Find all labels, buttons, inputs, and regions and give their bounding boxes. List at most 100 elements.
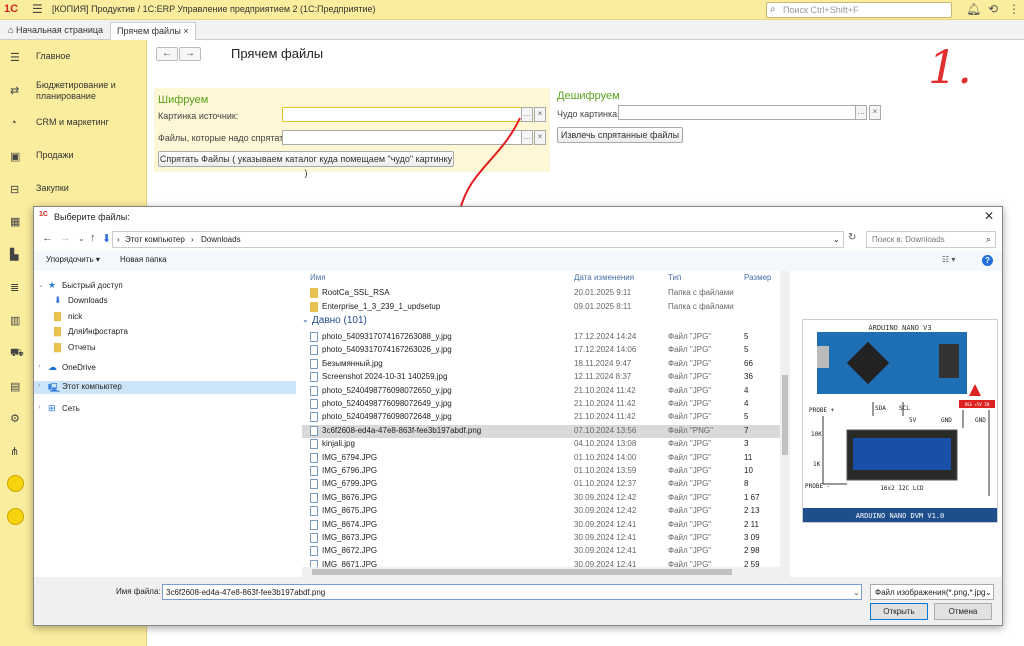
file-row[interactable]: IMG_8672.JPG 30.09.2024 12:41 Файл "JPG" 2 … [302,545,780,558]
cell-date: 30.09.2024 12:41 [574,533,637,542]
cell-date: 17.12.2024 14:06 [574,345,637,355]
up-arrow-icon[interactable]: ↑ [90,232,96,244]
source-image-label: Картинка источник: [158,111,239,121]
cell-name: Screenshot 2024-10-31 140259.jpg [322,372,448,382]
file-row[interactable]: photo_5240498776098072649_y.jpg 21.10.202… [302,398,780,411]
tree-quick-access[interactable]: ⌄ ★ Быстрый доступ [34,280,296,293]
file-row[interactable]: IMG_8676.JPG 30.09.2024 12:42 Файл "JPG" 1 … [302,492,780,505]
file-row[interactable]: IMG_6794.JPG 01.10.2024 14:00 Файл "JPG" 11 [302,452,780,465]
chevron-down-icon[interactable]: ⌄ [78,234,85,243]
forward-arrow-icon[interactable]: → [60,232,71,244]
sidebar-item-crm[interactable]: ◔ CRM и маркетинг [0,117,147,147]
computer-icon: 🖳︎ [48,383,61,393]
hamburger-menu-icon[interactable]: ☰ [32,2,43,16]
file-row[interactable]: Screenshot 2024-10-31 140259.jpg 12.11.20… [302,371,780,384]
tree-folder-infostart[interactable]: ▇ ДляИнфостарта [34,326,296,339]
image-file-icon [310,559,318,567]
tree-network[interactable]: › ⊞ Сеть [34,403,296,416]
open-button[interactable]: Открыть [870,603,928,620]
bag-icon: ▣ [10,151,21,163]
circle-icon[interactable] [7,475,24,492]
file-row[interactable]: photo_5409317074167263026_y.jpg 17.12.202… [302,344,780,357]
sidebar-item-budgeting[interactable]: ⇄ Бюджетирование и планирование [0,80,147,110]
organize-button[interactable]: Упорядочить ▾ [46,255,100,264]
path-field[interactable]: › Этот компьютер › Downloads ⌄ [112,231,844,248]
filetype-select[interactable]: Файл изображения(*.png,*.jpg ⌄ [870,584,994,600]
refresh-icon[interactable]: ↻ [848,232,856,243]
bell-icon[interactable]: 🔔︎ [966,2,981,16]
file-row[interactable]: photo_5240498776098072648_y.jpg 21.10.202… [302,411,780,424]
file-row[interactable]: IMG_8671.JPG 30.09.2024 12:41 Файл "JPG" 2 … [302,559,780,567]
new-folder-button[interactable]: Новая папка [120,255,167,264]
sidebar-item-sales[interactable]: ▣ Продажи [0,150,147,180]
cell-date: 01.10.2024 14:00 [574,452,637,462]
cell-size: 3 [744,439,749,449]
cancel-button[interactable]: Отмена [934,603,992,620]
scroll-thumb[interactable] [782,375,788,455]
tab-hide-files[interactable]: Прячем файлы × [110,22,196,40]
dialog-search-input[interactable]: Поиск в: Downloads ⌕ [866,231,996,248]
horizontal-scrollbar[interactable] [302,567,790,577]
file-row[interactable]: kinjali.jpg 04.10.2024 13:08 Файл "JPG" 3 [302,438,780,451]
hide-files-button[interactable]: Спрятать Файлы ( указываем каталог куда … [158,151,454,178]
column-name[interactable]: Имя [310,273,326,282]
tree-folder-reports[interactable]: ▇ Отчеты [34,342,296,355]
file-row[interactable]: IMG_8675.JPG 30.09.2024 12:42 Файл "JPG" 2 … [302,505,780,518]
extract-files-button[interactable]: Извлечь спрятанные файлы [557,127,683,143]
file-row[interactable]: IMG_8673.JPG 30.09.2024 12:41 Файл "JPG" 3 … [302,532,780,545]
tree-onedrive[interactable]: › ☁ OneDrive [34,362,296,375]
vertical-scrollbar[interactable] [780,271,790,567]
close-icon[interactable]: × [183,26,188,36]
back-arrow-icon[interactable]: ← [42,232,53,244]
chevron-down-icon[interactable]: ⌄ [853,588,860,597]
cell-date: 21.10.2024 11:42 [574,399,636,408]
column-type[interactable]: Тип [668,273,681,282]
sidebar-item-main[interactable]: ☰ Главное [0,51,147,81]
image-file-icon [310,425,318,436]
file-row[interactable]: 3c6f2608-ed4a-47e8-863f-fee3b197abdf.png… [302,424,780,438]
handwritten-annotation: 1. [928,40,972,94]
image-file-icon [310,385,318,396]
close-icon[interactable]: ✕ [984,209,994,223]
file-row[interactable]: photo_5240498776098072650_y.jpg 21.10.202… [302,385,780,398]
file-row[interactable]: IMG_6796.JPG 01.10.2024 13:59 Файл "JPG" 10 [302,465,780,478]
folder-row[interactable]: Enterprise_1_3_239_1_updsetup 09.01.2025 … [302,301,780,314]
cell-type: Файл "JPG" [668,358,712,368]
breadcrumb-computer[interactable]: Этот компьютер [125,235,185,244]
cell-size: 2 98 [744,546,760,556]
history-icon[interactable]: ⟲ [988,2,998,16]
chevron-down-icon[interactable]: ⌄ [833,235,840,244]
file-row[interactable]: photo_5409317074167263088_y.jpg 17.12.202… [302,331,780,344]
back-button[interactable]: ← [156,47,178,61]
file-row[interactable]: Безымянный.jpg 18.11.2024 9:47 Файл "JPG" 6… [302,358,780,371]
tree-folder-nick[interactable]: ▇ nick [34,311,296,324]
folder-row[interactable]: RootCa_SSL_RSA 20.01.2025 9:11 Папка с фай… [302,287,780,300]
help-icon[interactable]: ? [982,255,993,266]
circle-icon[interactable] [7,508,24,525]
scroll-thumb[interactable] [312,569,732,575]
filename-input[interactable]: 3c6f2608-ed4a-47e8-863f-fee3b197abdf.png… [162,584,862,600]
clear-button[interactable]: × [869,105,881,120]
document-icon: ▤ [10,381,21,393]
file-row[interactable]: IMG_8674.JPG 30.09.2024 12:41 Файл "JPG" 2 … [302,519,780,532]
tree-this-pc[interactable]: › 🖳︎ Этот компьютер [34,381,296,394]
select-button[interactable]: … [855,105,867,120]
cell-date: 30.09.2024 12:41 [574,546,637,556]
global-search-input[interactable]: ⌕ Поиск Ctrl+Shift+F [766,2,952,18]
forward-button[interactable]: → [179,47,201,61]
cell-name: IMG_8676.JPG [322,492,378,502]
column-date[interactable]: Дата изменения [574,273,634,282]
magic-picture-field[interactable] [618,105,856,120]
file-row[interactable]: IMG_6799.JPG 01.10.2024 12:37 Файл "JPG" 8 [302,478,780,491]
image-file-icon [310,412,318,423]
column-size[interactable]: Размер [744,273,772,282]
tab-home[interactable]: ⌂ Начальная страница [2,22,109,40]
group-header[interactable]: ⌄ Давно (101) [302,315,790,328]
more-icon[interactable]: ⋮ [1008,2,1020,16]
view-icon[interactable]: ☷ ▾ [942,255,955,264]
cell-type: Файл "JPG" [668,372,712,382]
breadcrumb-downloads[interactable]: Downloads [201,235,241,244]
tree-downloads[interactable]: ⬇ Downloads [34,295,296,308]
svg-text:SDA: SDA [875,405,886,412]
cell-size: 4 [744,385,749,395]
